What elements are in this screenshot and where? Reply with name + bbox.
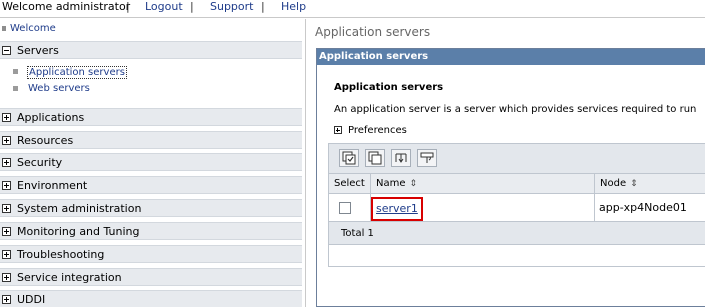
section-title: Application servers [334,82,444,93]
table-footer: Total 1 [329,222,705,245]
nav-item-system-administration[interactable]: System administration [0,199,302,217]
node-value: app-xp4Node01 [599,201,687,214]
page-title: Application servers [315,25,431,39]
bullet-icon [13,69,18,74]
description-text: An application server is a server which … [334,104,697,115]
column-node[interactable]: Node ⇕ [595,174,705,194]
nav-item-label: Security [17,156,63,169]
query-icon [420,152,434,163]
table-header: Select Name ⇕ Node ⇕ [329,174,705,194]
nav-item-resources[interactable]: Resources [0,131,302,149]
expand-icon[interactable] [2,227,11,236]
nav-item-servers[interactable]: Servers [0,41,302,59]
expand-icon[interactable] [2,181,11,190]
bullet-icon [2,26,6,31]
node-cell: app-xp4Node01 [595,194,705,222]
collapse-icon[interactable] [2,46,11,55]
deselect-all-button[interactable] [365,149,385,167]
support-link[interactable]: Support [210,0,253,13]
nav-subitem-application-servers[interactable]: Application servers [0,65,302,80]
expand-icon[interactable] [2,204,11,213]
nav-item-service-integration[interactable]: Service integration [0,268,302,286]
welcome-text: Welcome administrator [2,0,131,13]
web-servers-link[interactable]: Web servers [27,83,91,94]
filter-icon [395,153,407,163]
nav-item-uddi[interactable]: UDDI [0,290,302,307]
nav-item-security[interactable]: Security [0,153,302,171]
select-all-icon [342,151,356,165]
separator: | [190,0,194,13]
table-row: server1 app-xp4Node01 [329,194,705,222]
select-cell [329,194,371,222]
servers-table: Select Name ⇕ Node ⇕ server1 app-xp4Node01 [328,143,705,267]
application-servers-link[interactable]: Application servers [27,66,127,79]
select-all-button[interactable] [339,149,359,167]
expand-icon[interactable] [2,273,11,282]
nav-item-applications[interactable]: Applications [0,108,302,126]
content-frame: Application servers Application servers … [316,48,705,307]
navigation-tree: Welcome Servers Application servers Web … [0,19,306,307]
expand-icon[interactable] [2,113,11,122]
nav-item-label: Environment [17,179,88,192]
total-count: Total 1 [341,228,374,239]
nav-item-label: System administration [17,202,142,215]
query-button[interactable] [417,149,437,167]
nav-item-monitoring-and-tuning[interactable]: Monitoring and Tuning [0,222,302,240]
nav-item-label: Monitoring and Tuning [17,225,140,238]
nav-item-label: UDDI [17,293,46,306]
help-link[interactable]: Help [281,0,306,13]
nav-item-label: Troubleshooting [17,248,105,261]
logout-link[interactable]: Logout [145,0,183,13]
expand-icon[interactable] [2,295,11,304]
table-toolbar [329,144,705,174]
nav-item-label: Service integration [17,271,122,284]
expand-icon[interactable] [334,126,342,134]
nav-welcome-row: Welcome [0,22,304,37]
nav-item-label: Applications [17,111,85,124]
row-checkbox[interactable] [339,202,351,214]
sort-icon[interactable]: ⇕ [410,174,418,194]
frame-title: Application servers [317,49,705,65]
separator: | [126,0,130,13]
column-name[interactable]: Name ⇕ [371,174,595,194]
deselect-all-icon [368,151,382,165]
separator: | [261,0,265,13]
name-cell: server1 [371,194,595,222]
preferences-label: Preferences [348,125,407,136]
nav-item-label: Resources [17,134,74,147]
nav-item-label: Servers [17,44,59,57]
bullet-icon [13,86,18,91]
highlight-box: server1 [371,197,423,221]
main-panel: Application servers Application servers … [310,19,705,307]
sort-icon[interactable]: ⇕ [630,174,638,194]
filter-button[interactable] [391,149,411,167]
column-select: Select [329,174,371,194]
nav-item-environment[interactable]: Environment [0,176,302,194]
top-bar: Welcome administrator | Logout | Support… [0,0,705,18]
expand-icon[interactable] [2,250,11,259]
expand-icon[interactable] [2,158,11,167]
nav-welcome-link[interactable]: Welcome [10,23,56,34]
expand-icon[interactable] [2,136,11,145]
server1-link[interactable]: server1 [376,202,418,215]
nav-subitem-web-servers[interactable]: Web servers [0,82,302,97]
nav-item-troubleshooting[interactable]: Troubleshooting [0,245,302,263]
servers-subitems: Application servers Web servers [0,60,302,99]
